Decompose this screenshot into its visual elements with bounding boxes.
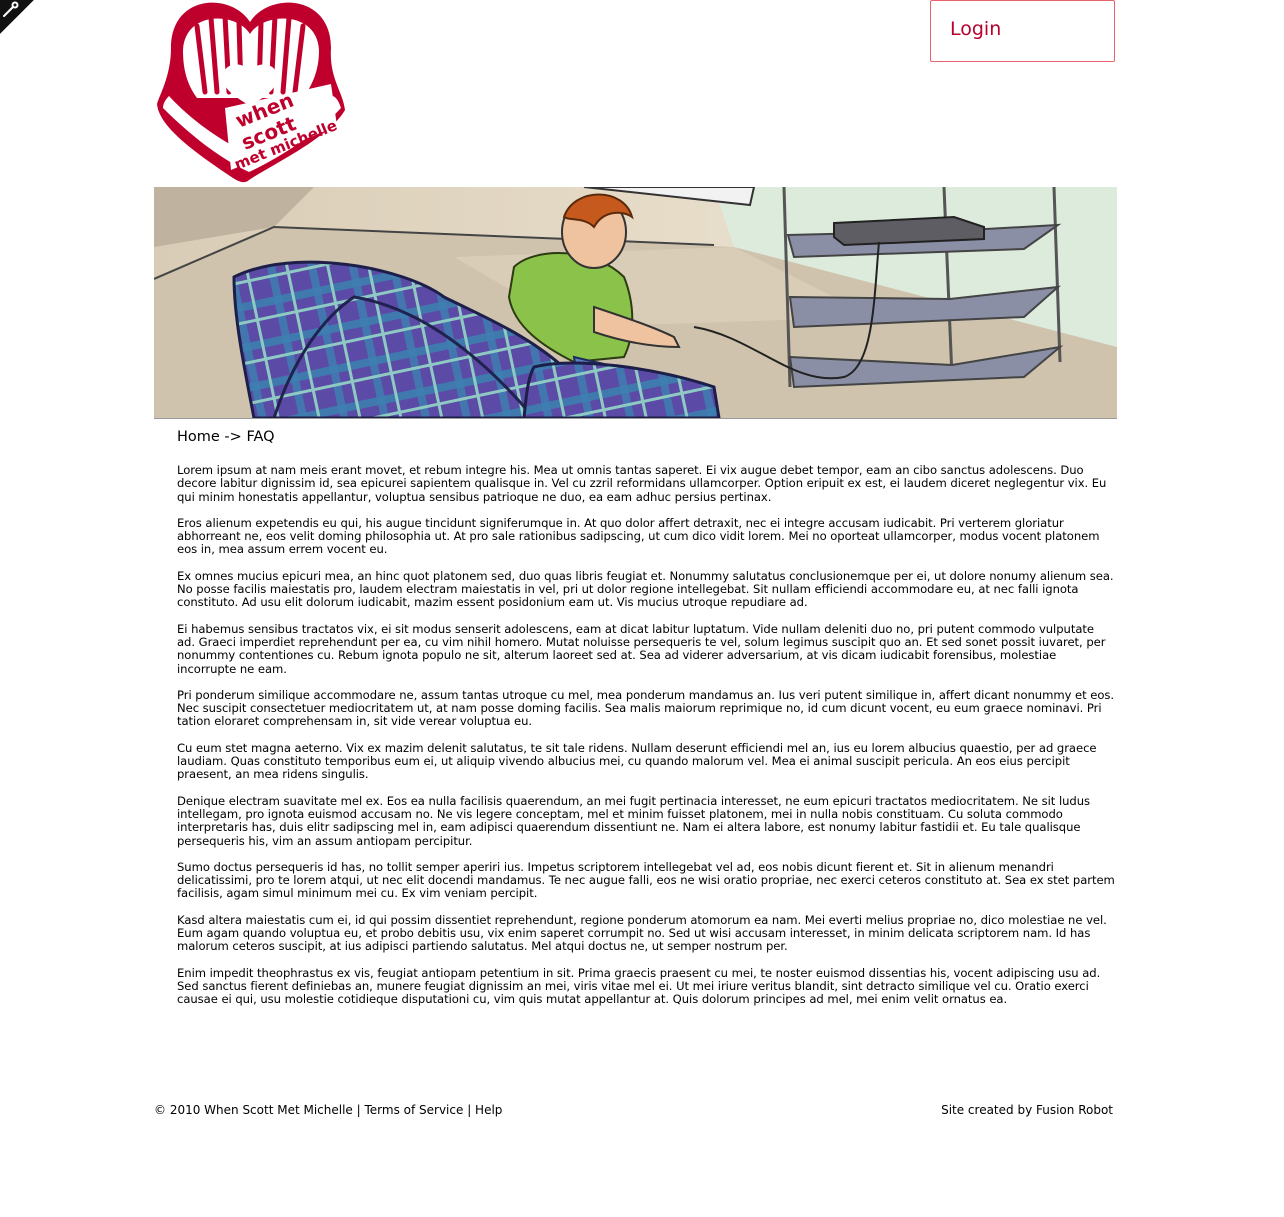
wrench-icon [0, 0, 34, 34]
site-logo[interactable]: when scott met michelle [153, 0, 349, 186]
site-credit-link[interactable]: Site created by Fusion Robot [941, 1103, 1113, 1117]
faq-paragraph: Pri ponderum similique accommodare ne, a… [177, 687, 1114, 729]
breadcrumb-home-link[interactable]: Home [177, 429, 220, 445]
faq-paragraph: Ei habemus sensibus tractatos vix, ei si… [177, 621, 1106, 676]
main-content: Home -> FAQ Lorem ipsum at nam meis eran… [177, 427, 1115, 1020]
terms-of-service-link[interactable]: Terms of Service [364, 1103, 463, 1117]
breadcrumb-separator: -> [219, 429, 247, 445]
footer-credit: Site created by Fusion Robot [941, 1102, 1113, 1118]
faq-paragraph: Ex omnes mucius epicuri mea, an hinc quo… [177, 568, 1114, 610]
faq-paragraph: Eros alienum expetendis eu qui, his augu… [177, 515, 1100, 557]
faq-paragraph: Cu eum stet magna aeterno. Vix ex mazim … [177, 740, 1097, 782]
breadcrumb-current: FAQ [246, 429, 275, 445]
faq-paragraph: Lorem ipsum at nam meis erant movet, et … [177, 463, 1107, 504]
hero-banner-illustration [154, 187, 1117, 419]
faq-paragraph: Sumo doctus persequeris id has, no tolli… [177, 859, 1115, 901]
faq-paragraph: Enim impedit theophrastus ex vis, feugia… [177, 965, 1101, 1007]
login-button[interactable]: Login [930, 0, 1115, 62]
footer-left: © 2010 When Scott Met Michelle | Terms o… [154, 1102, 502, 1118]
login-label: Login [950, 18, 1002, 40]
footer-divider: | [352, 1103, 365, 1117]
faq-paragraph: Denique electram suavitate mel ex. Eos e… [177, 793, 1091, 848]
breadcrumb: Home -> FAQ [177, 427, 1115, 447]
footer-divider: | [463, 1103, 476, 1117]
help-link[interactable]: Help [475, 1103, 502, 1117]
admin-corner-tab[interactable] [0, 0, 34, 34]
footer-copyright: © 2010 When Scott Met Michelle [154, 1103, 353, 1117]
faq-paragraph: Kasd altera maiestatis cum ei, id qui po… [177, 912, 1107, 954]
